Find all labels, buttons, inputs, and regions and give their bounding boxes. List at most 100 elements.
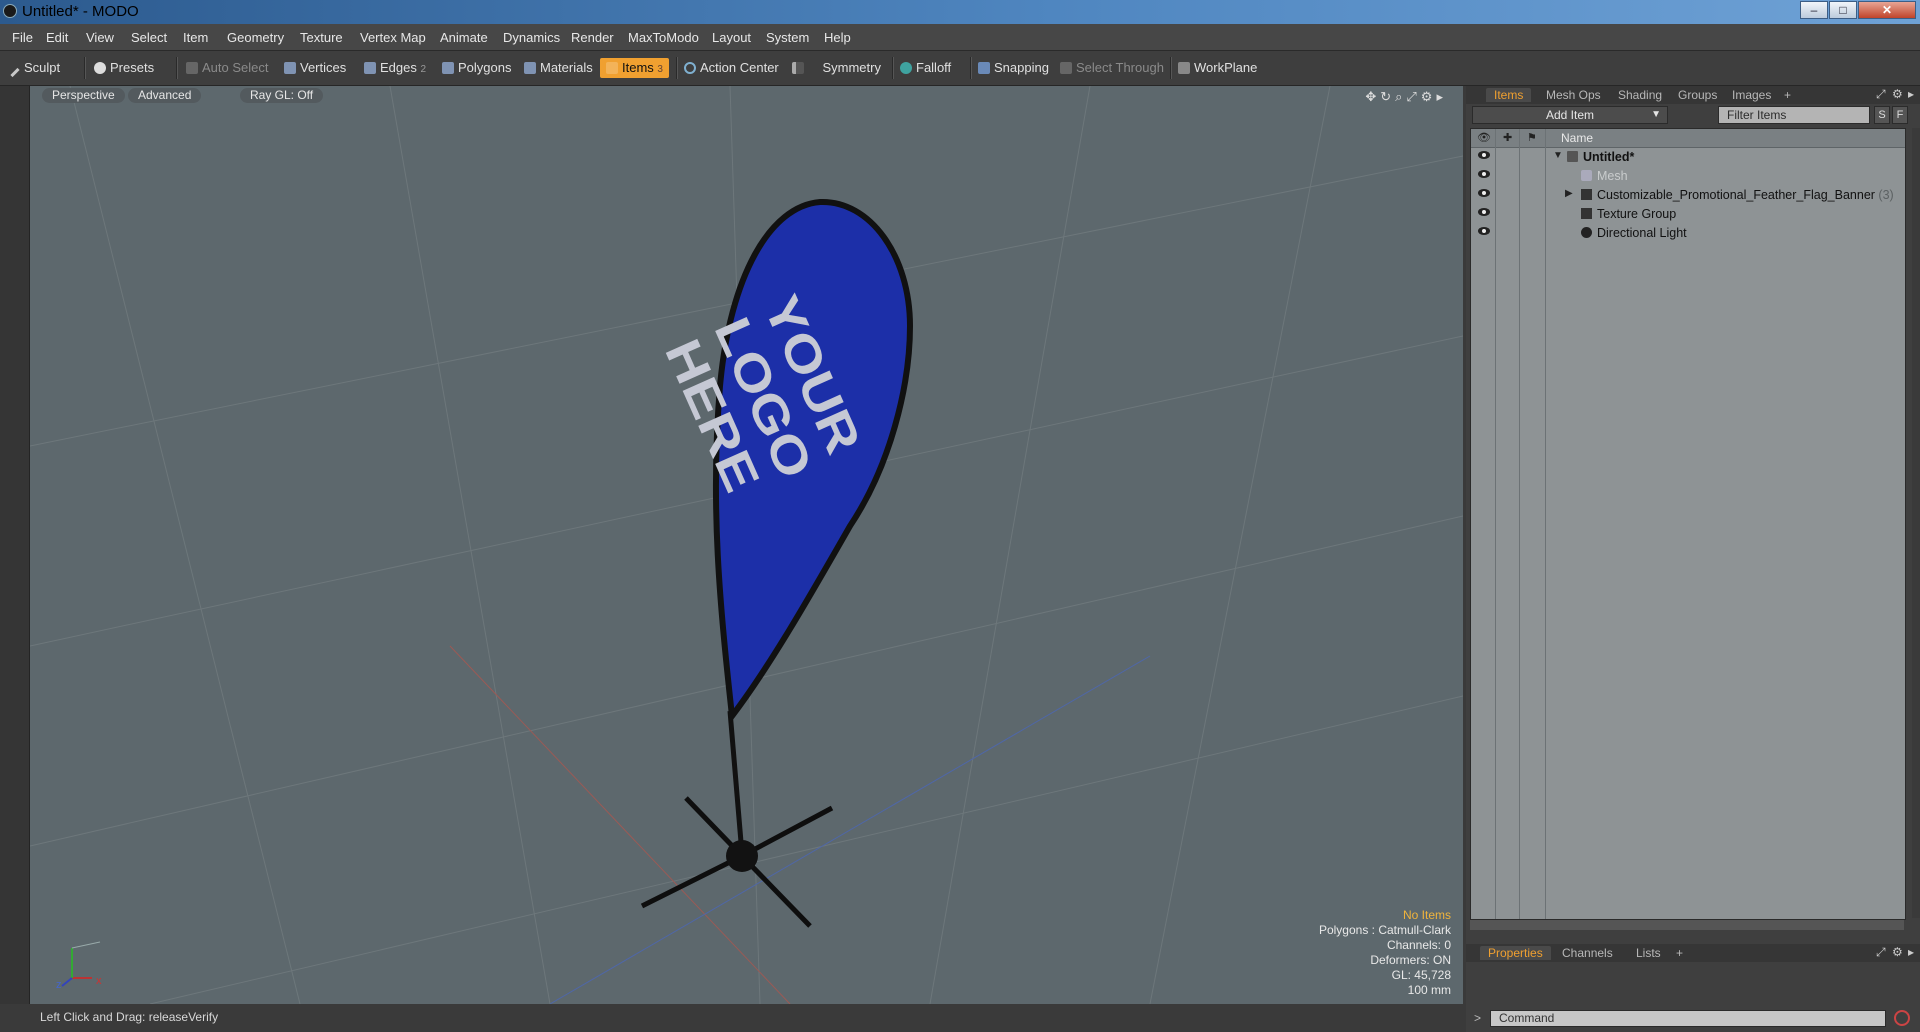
- filter-items-input[interactable]: Filter Items: [1718, 106, 1870, 124]
- menu-maxtomodo[interactable]: MaxToModo: [628, 30, 699, 45]
- record-icon[interactable]: [1894, 1010, 1910, 1026]
- info-channels: Channels: 0: [1386, 938, 1451, 952]
- texture-group-icon: [1581, 208, 1592, 219]
- f-button[interactable]: F: [1892, 106, 1908, 124]
- add-tab-button[interactable]: +: [1676, 946, 1683, 960]
- command-prompt-icon: >: [1474, 1011, 1482, 1025]
- panel-menu-icon[interactable]: ▸: [1908, 87, 1914, 101]
- 3d-viewport[interactable]: YOUR LOGO HERE x z Perspective Advanced …: [30, 86, 1463, 1004]
- minimize-button[interactable]: –: [1800, 1, 1828, 19]
- edges-count: 2: [420, 64, 427, 75]
- tree-row-scene[interactable]: ▼ Untitled*: [1471, 148, 1905, 167]
- visibility-eye-icon[interactable]: [1478, 227, 1490, 235]
- symmetry-button[interactable]: Symmetry: [792, 58, 881, 78]
- falloff-icon: [900, 62, 912, 74]
- menu-select[interactable]: Select: [131, 30, 167, 45]
- tab-perspective[interactable]: Perspective: [42, 88, 125, 103]
- name-column-header[interactable]: Name: [1561, 131, 1593, 145]
- tab-raygl[interactable]: Ray GL: Off: [240, 88, 324, 103]
- viewport-scene: YOUR LOGO HERE x z: [30, 86, 1463, 1004]
- workplane-button[interactable]: WorkPlane: [1178, 58, 1257, 78]
- materials-mode-button[interactable]: Materials: [524, 58, 593, 78]
- menu-layout[interactable]: Layout: [712, 30, 751, 45]
- panel-settings-icon[interactable]: ⚙: [1892, 87, 1903, 101]
- presets-button[interactable]: Presets: [94, 58, 154, 78]
- snapping-button[interactable]: Snapping: [978, 58, 1049, 78]
- expand-panel-icon[interactable]: ⤢: [1876, 945, 1886, 960]
- menu-item[interactable]: Item: [183, 30, 208, 45]
- close-button[interactable]: ✕: [1858, 1, 1916, 19]
- axis-gizmo: x z: [56, 941, 102, 991]
- visibility-eye-icon[interactable]: [1478, 170, 1490, 178]
- visibility-eye-icon[interactable]: [1478, 208, 1490, 216]
- expand-arrow-icon[interactable]: ▶: [1565, 188, 1573, 199]
- vertices-mode-button[interactable]: Vertices: [284, 58, 346, 78]
- command-row: > Command: [1466, 1010, 1920, 1028]
- visibility-column-icon[interactable]: 👁: [1477, 131, 1491, 144]
- mesh-icon: [1581, 170, 1592, 181]
- sculpt-button[interactable]: Sculpt: [10, 58, 60, 78]
- render-column-icon[interactable]: ⚑: [1527, 131, 1537, 144]
- tab-groups[interactable]: Groups: [1678, 88, 1717, 102]
- tab-shading[interactable]: Shading: [1618, 88, 1662, 102]
- tab-properties[interactable]: Properties: [1480, 946, 1551, 960]
- menu-edit[interactable]: Edit: [46, 30, 68, 45]
- menu-render[interactable]: Render: [571, 30, 614, 45]
- add-tab-button[interactable]: +: [1784, 88, 1791, 102]
- menu-bar: File Edit View Select Item Geometry Text…: [0, 24, 1920, 51]
- select-through-icon: [1060, 62, 1072, 74]
- auto-select-button[interactable]: Auto Select: [186, 58, 269, 78]
- command-input[interactable]: Command: [1490, 1010, 1886, 1027]
- add-item-button[interactable]: Add Item ▼: [1472, 106, 1668, 124]
- items-mode-button[interactable]: Items 3: [600, 58, 669, 78]
- viewport-nav-icons[interactable]: ✥↻⌕⤢⚙▸: [1365, 89, 1447, 105]
- left-tool-strip: [0, 86, 30, 1004]
- collapse-arrow-icon[interactable]: ▼: [1553, 150, 1563, 161]
- menu-vertex-map[interactable]: Vertex Map: [360, 30, 426, 45]
- polygons-mode-button[interactable]: Polygons: [442, 58, 511, 78]
- vertical-scrollbar[interactable]: [1912, 128, 1920, 918]
- menu-animate[interactable]: Animate: [440, 30, 488, 45]
- window-titlebar: Untitled* - MODO – □ ✕: [0, 0, 1920, 24]
- maximize-button[interactable]: □: [1829, 1, 1857, 19]
- tab-channels[interactable]: Channels: [1562, 946, 1613, 960]
- tab-advanced[interactable]: Advanced: [128, 88, 202, 103]
- tree-row-directional-light[interactable]: Directional Light: [1471, 224, 1905, 243]
- panel-settings-icon[interactable]: ⚙: [1892, 945, 1903, 959]
- tab-lists[interactable]: Lists: [1636, 946, 1661, 960]
- menu-texture[interactable]: Texture: [300, 30, 343, 45]
- item-list-tree[interactable]: 👁 ✚ ⚑ Name ▼ Untitled* Mesh ▶ Customizab…: [1470, 128, 1906, 920]
- tab-images[interactable]: Images: [1732, 88, 1771, 102]
- tree-row-mesh[interactable]: Mesh: [1471, 167, 1905, 186]
- tab-mesh-ops[interactable]: Mesh Ops: [1546, 88, 1601, 102]
- action-center-button[interactable]: Action Center: [684, 58, 779, 78]
- tab-items[interactable]: Items: [1486, 88, 1532, 102]
- menu-file[interactable]: File: [12, 30, 33, 45]
- tree-row-flag-banner[interactable]: ▶ Customizable_Promotional_Feather_Flag_…: [1471, 186, 1905, 205]
- light-icon: [1581, 227, 1592, 238]
- column-divider: [1495, 129, 1496, 919]
- tree-header: 👁 ✚ ⚑ Name: [1471, 129, 1905, 148]
- menu-dynamics[interactable]: Dynamics: [503, 30, 560, 45]
- scene-icon: [1567, 151, 1578, 162]
- info-no-items: No Items: [1402, 908, 1451, 922]
- z-axis-line: [549, 655, 1151, 1004]
- s-button[interactable]: S: [1874, 106, 1890, 124]
- visibility-eye-icon[interactable]: [1478, 151, 1490, 159]
- flag-base-hub: [726, 840, 758, 872]
- menu-view[interactable]: View: [86, 30, 114, 45]
- expand-panel-icon[interactable]: ⤢: [1876, 87, 1886, 102]
- menu-system[interactable]: System: [766, 30, 809, 45]
- polygons-icon: [442, 62, 454, 74]
- tree-row-texture-group[interactable]: Texture Group: [1471, 205, 1905, 224]
- panel-menu-icon[interactable]: ▸: [1908, 945, 1914, 959]
- edges-mode-button[interactable]: Edges 2: [364, 58, 426, 78]
- toolbar-divider: [1170, 57, 1172, 79]
- menu-help[interactable]: Help: [824, 30, 851, 45]
- menu-geometry[interactable]: Geometry: [227, 30, 284, 45]
- visibility-eye-icon[interactable]: [1478, 189, 1490, 197]
- lock-column-icon[interactable]: ✚: [1503, 131, 1512, 144]
- horizontal-scrollbar[interactable]: [1470, 920, 1904, 930]
- falloff-button[interactable]: Falloff: [900, 58, 951, 78]
- select-through-button[interactable]: Select Through: [1060, 58, 1164, 78]
